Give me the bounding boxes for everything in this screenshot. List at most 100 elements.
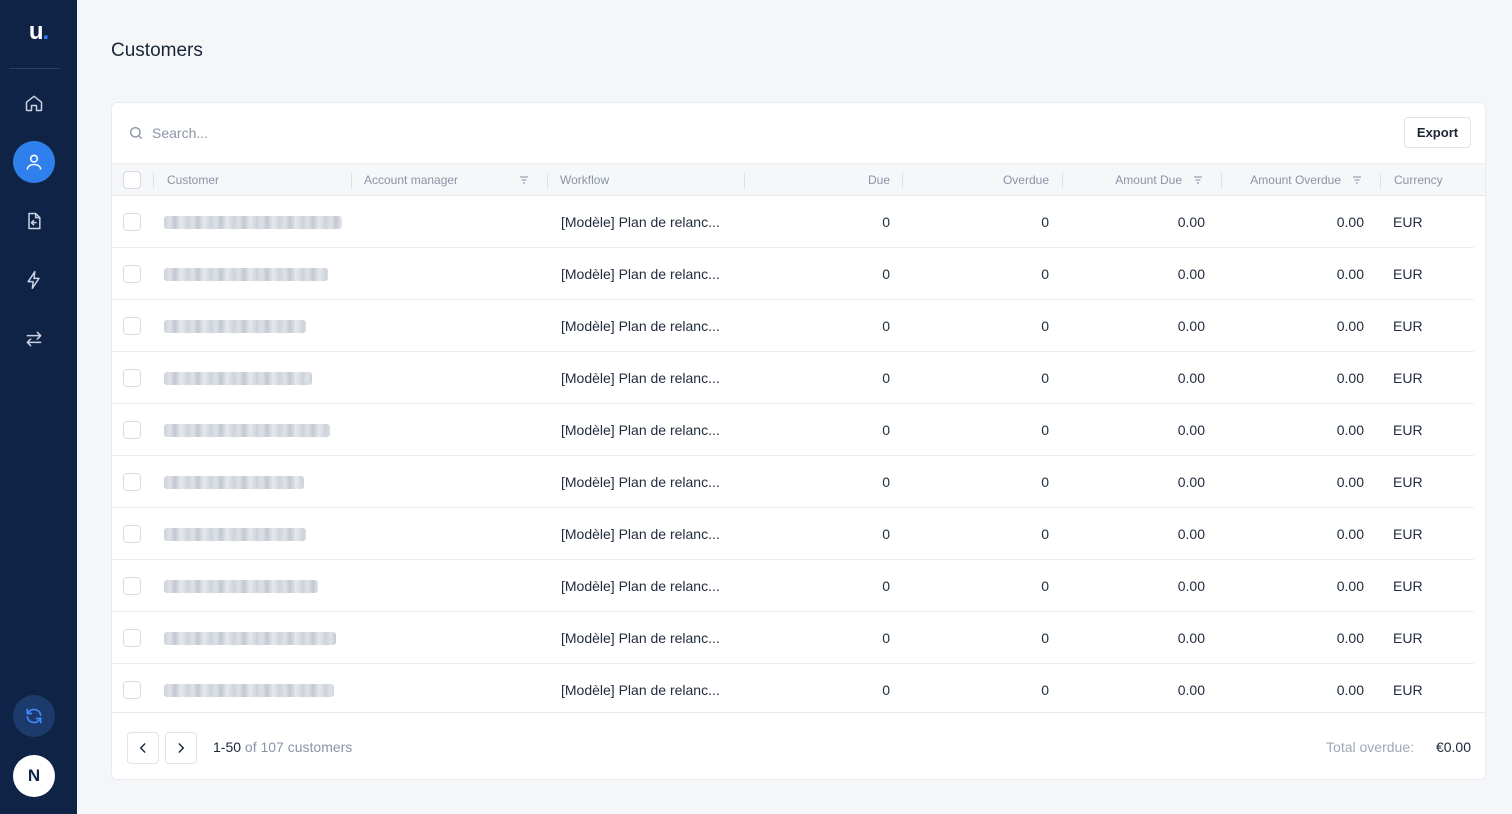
table-row[interactable]: [Modèle] Plan de relanc... 0 0 0.00 0.00… (112, 404, 1474, 456)
column-divider (1485, 173, 1486, 188)
table-row[interactable]: [Modèle] Plan de relanc... 0 0 0.00 0.00… (112, 560, 1474, 612)
column-header-currency[interactable]: Currency (1394, 164, 1443, 197)
column-header-due[interactable]: Due (752, 164, 890, 197)
select-all-checkbox[interactable] (123, 171, 141, 189)
column-divider (351, 173, 352, 188)
customer-name-redacted[interactable] (164, 216, 342, 229)
column-header-overdue[interactable]: Overdue (912, 164, 1049, 197)
search-input[interactable] (152, 121, 752, 145)
column-header-account-manager[interactable]: Account manager (364, 164, 458, 197)
table-row[interactable]: [Modèle] Plan de relanc... 0 0 0.00 0.00… (112, 248, 1474, 300)
total-overdue-value: €0.00 (1435, 739, 1471, 755)
sync-icon (26, 708, 42, 724)
pagination-range: 1-50 (213, 739, 242, 755)
chevron-left-icon (139, 743, 146, 753)
row-checkbox[interactable] (123, 577, 141, 595)
customer-name-redacted[interactable] (164, 528, 306, 541)
customer-name-redacted[interactable] (164, 580, 318, 593)
workflow-cell: [Modèle] Plan de relanc... (561, 422, 720, 438)
column-divider (1062, 173, 1063, 188)
user-icon (26, 154, 42, 170)
table-row[interactable]: [Modèle] Plan de relanc... 0 0 0.00 0.00… (112, 456, 1474, 508)
overdue-cell: 0 (1041, 526, 1049, 542)
row-checkbox[interactable] (123, 421, 141, 439)
workflow-cell: [Modèle] Plan de relanc... (561, 682, 720, 698)
column-header-workflow[interactable]: Workflow (560, 164, 609, 197)
sync-button[interactable] (13, 695, 55, 737)
sidebar-divider (9, 68, 60, 69)
due-cell: 0 (882, 682, 890, 698)
table-row[interactable]: [Modèle] Plan de relanc... 0 0 0.00 0.00… (112, 508, 1474, 560)
column-divider (1221, 173, 1222, 188)
amount-due-cell: 0.00 (1177, 266, 1205, 282)
amount-overdue-cell: 0.00 (1336, 682, 1364, 698)
currency-cell: EUR (1393, 578, 1423, 594)
table-row[interactable]: [Modèle] Plan de relanc... 0 0 0.00 0.00… (112, 300, 1474, 352)
customer-name-redacted[interactable] (164, 632, 336, 645)
next-page-button[interactable] (165, 732, 197, 764)
chevron-right-icon (178, 743, 185, 753)
filter-icon[interactable] (519, 175, 529, 185)
column-divider (153, 173, 154, 188)
customer-name-redacted[interactable] (164, 684, 334, 697)
row-checkbox[interactable] (123, 213, 141, 231)
currency-cell: EUR (1393, 526, 1423, 542)
due-cell: 0 (882, 526, 890, 542)
column-header-amount-overdue[interactable]: Amount Overdue (1232, 164, 1341, 197)
filter-icon[interactable] (1352, 175, 1362, 185)
sidebar-item-customers[interactable] (13, 141, 55, 183)
search-bar: Export (112, 103, 1485, 163)
currency-cell: EUR (1393, 630, 1423, 646)
table-row[interactable]: [Modèle] Plan de relanc... 0 0 0.00 0.00… (112, 196, 1474, 248)
table-body: [Modèle] Plan de relanc... 0 0 0.00 0.00… (112, 196, 1485, 712)
due-cell: 0 (882, 318, 890, 334)
customer-name-redacted[interactable] (164, 268, 328, 281)
sidebar-item-transfers[interactable] (13, 318, 55, 360)
column-header-amount-due[interactable]: Amount Due (1072, 164, 1182, 197)
amount-due-cell: 0.00 (1177, 370, 1205, 386)
customer-name-redacted[interactable] (164, 424, 330, 437)
row-checkbox[interactable] (123, 525, 141, 543)
row-checkbox[interactable] (123, 265, 141, 283)
row-checkbox[interactable] (123, 317, 141, 335)
due-cell: 0 (882, 266, 890, 282)
amount-overdue-cell: 0.00 (1336, 474, 1364, 490)
amount-due-cell: 0.00 (1177, 318, 1205, 334)
column-divider (1380, 173, 1381, 188)
workflow-cell: [Modèle] Plan de relanc... (561, 526, 720, 542)
column-header-customer[interactable]: Customer (167, 164, 219, 197)
amount-overdue-cell: 0.00 (1336, 318, 1364, 334)
customer-name-redacted[interactable] (164, 476, 304, 489)
sidebar-item-documents[interactable] (13, 200, 55, 242)
table-row[interactable]: [Modèle] Plan de relanc... 0 0 0.00 0.00… (112, 612, 1474, 664)
row-checkbox[interactable] (123, 369, 141, 387)
user-avatar[interactable]: N (13, 755, 55, 797)
export-button[interactable]: Export (1404, 117, 1471, 148)
filter-icon[interactable] (1193, 175, 1203, 185)
customer-name-redacted[interactable] (164, 320, 306, 333)
sidebar-item-home[interactable] (13, 82, 55, 124)
column-divider (547, 173, 548, 188)
row-checkbox[interactable] (123, 473, 141, 491)
customer-name-redacted[interactable] (164, 372, 312, 385)
currency-cell: EUR (1393, 474, 1423, 490)
table-row[interactable]: [Modèle] Plan de relanc... 0 0 0.00 0.00… (112, 664, 1474, 712)
overdue-cell: 0 (1041, 214, 1049, 230)
overdue-cell: 0 (1041, 578, 1049, 594)
sidebar-item-automations[interactable] (13, 259, 55, 301)
workflow-cell: [Modèle] Plan de relanc... (561, 370, 720, 386)
row-checkbox[interactable] (123, 681, 141, 699)
app-logo[interactable]: u. (0, 18, 77, 46)
amount-due-cell: 0.00 (1177, 526, 1205, 542)
currency-cell: EUR (1393, 214, 1423, 230)
pagination-total: of 107 customers (244, 739, 353, 755)
table-row[interactable]: [Modèle] Plan de relanc... 0 0 0.00 0.00… (112, 352, 1474, 404)
due-cell: 0 (882, 422, 890, 438)
table-footer: 1-50 of 107 customers Total overdue: €0.… (112, 712, 1485, 779)
previous-page-button[interactable] (127, 732, 159, 764)
table-header: Customer Account manager Workflow Due Ov… (112, 163, 1486, 197)
row-checkbox[interactable] (123, 629, 141, 647)
search-icon (130, 127, 142, 139)
page-title: Customers (111, 40, 203, 61)
home-icon (25, 95, 43, 112)
